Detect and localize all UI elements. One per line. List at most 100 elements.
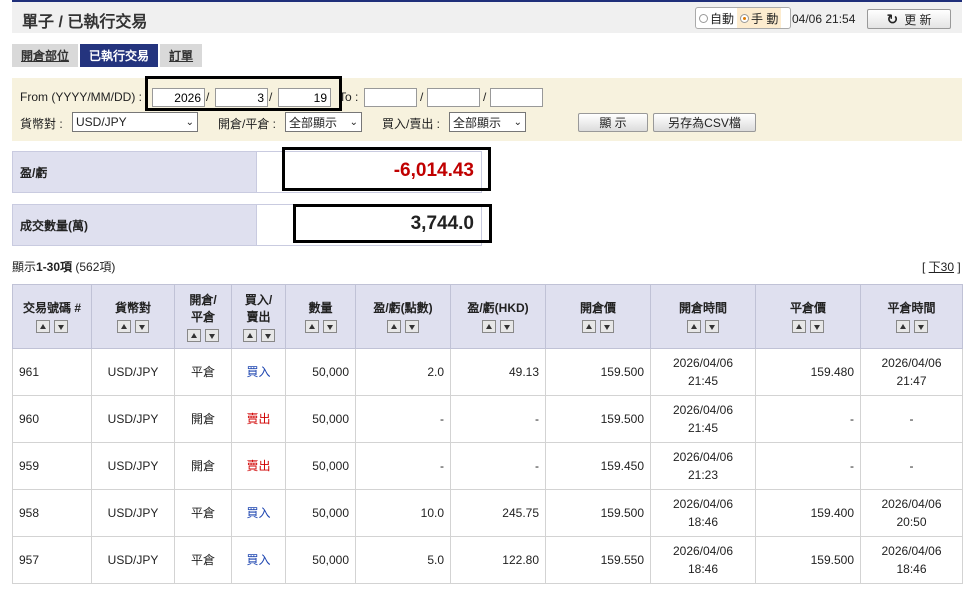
column-header-label: 平倉時間 <box>887 301 936 315</box>
open-close: 平倉 <box>190 365 215 379</box>
column-header-label: 數量 <box>308 301 333 315</box>
pnl-hkd: - <box>535 459 539 473</box>
tab-bar: 開倉部位 已執行交易 訂單 <box>12 44 204 67</box>
open-close-cell: 平倉 <box>174 348 232 396</box>
pnl-hkd: 49.13 <box>508 365 539 379</box>
to-day-input[interactable] <box>490 88 543 107</box>
open-price-cell: 159.500 <box>545 489 651 537</box>
sort-controls <box>356 320 450 333</box>
sort-ascending-icon[interactable] <box>687 320 701 333</box>
close-time-cell: 2026/04/06 20:50 <box>860 489 963 537</box>
trade-id: 959 <box>19 459 40 473</box>
currency-pair-label: 貨幣對 : <box>20 117 63 131</box>
pnl-pips: - <box>440 459 444 473</box>
close-price-cell: 159.480 <box>755 348 861 396</box>
refresh-button[interactable]: ↻ 更 新 <box>867 9 951 29</box>
sort-ascending-icon[interactable] <box>242 328 257 342</box>
buy-sell-value: 全部顯示 <box>453 115 502 130</box>
pnl-pips-cell: 2.0 <box>355 348 451 396</box>
show-button[interactable]: 顯 示 <box>578 113 648 132</box>
pnl-label: 盈/虧 <box>13 152 257 192</box>
table-header-row: 交易號碼 # 貨幣對 開倉/平倉 買入/賣出 數量 盈/虧(點數) 盈/虧(HKD) 開倉價開… <box>12 284 963 349</box>
trade-id-cell: 960 <box>12 395 92 443</box>
close-time: 2026/04/06 <box>881 544 942 558</box>
sort-descending-icon[interactable] <box>705 320 719 333</box>
sort-controls <box>756 320 860 333</box>
currency-pair-cell: USD/JPY <box>91 489 175 537</box>
quantity: 50,000 <box>312 365 349 379</box>
open-price-cell: 159.500 <box>545 395 651 443</box>
buy-sell: 買入 <box>246 553 271 567</box>
currency-pair: USD/JPY <box>107 506 159 520</box>
buy-sell-cell: 賣出 <box>231 395 286 443</box>
open-time: 18:46 <box>687 562 719 576</box>
open-time: 2026/04/06 <box>672 403 734 417</box>
column-header-label: 開倉時間 <box>678 301 727 315</box>
sort-descending-icon[interactable] <box>600 320 614 333</box>
open-close-select[interactable]: 全部顯示 ⌄ <box>285 112 362 132</box>
close-price-cell: - <box>755 395 861 443</box>
sort-descending-icon[interactable] <box>205 328 219 342</box>
close-price: - <box>850 459 854 473</box>
mode-manual-option[interactable]: 手 動 <box>737 8 782 28</box>
next-page-link[interactable]: 下30 <box>929 260 954 274</box>
column-header: 平倉時間 <box>860 284 963 349</box>
open-time: 21:23 <box>687 468 719 482</box>
close-time: 2026/04/06 <box>881 356 942 370</box>
sort-descending-icon[interactable] <box>135 320 149 333</box>
sort-controls <box>13 320 91 333</box>
tab-open-positions[interactable]: 開倉部位 <box>12 44 79 67</box>
open-close-cell: 開倉 <box>174 442 232 490</box>
open-time: 18:46 <box>687 515 719 529</box>
sort-ascending-icon[interactable] <box>482 320 496 333</box>
tab-executed-trades[interactable]: 已執行交易 <box>80 44 159 67</box>
currency-pair-cell: USD/JPY <box>91 395 175 443</box>
close-time: 18:46 <box>896 562 927 576</box>
to-month-input[interactable] <box>427 88 480 107</box>
radio-icon <box>699 13 708 23</box>
currency-pair-select[interactable]: USD/JPY ⌄ <box>72 112 198 132</box>
sort-ascending-icon[interactable] <box>895 320 910 333</box>
pnl-pips: 2.0 <box>427 365 444 379</box>
open-close: 平倉 <box>190 553 215 567</box>
sort-ascending-icon[interactable] <box>187 328 201 342</box>
column-header-label: 盈/虧(點數) <box>373 301 433 315</box>
open-close: 平倉 <box>190 506 215 520</box>
sort-ascending-icon[interactable] <box>387 320 401 333</box>
table-row: 959 USD/JPY 開倉 賣出 50,000- -159.450 2026/04/06 2… <box>12 442 963 490</box>
sort-descending-icon[interactable] <box>405 320 419 333</box>
sort-ascending-icon[interactable] <box>582 320 596 333</box>
tab-orders[interactable]: 訂單 <box>160 44 203 67</box>
buy-sell-cell: 賣出 <box>231 442 286 490</box>
sort-ascending-icon[interactable] <box>36 320 50 333</box>
sort-ascending-icon[interactable] <box>792 320 806 333</box>
sort-descending-icon[interactable] <box>260 328 275 342</box>
column-header: 數量 <box>285 284 356 349</box>
column-header: 買入/賣出 <box>231 284 286 349</box>
sort-descending-icon[interactable] <box>913 320 928 333</box>
save-csv-button[interactable]: 另存為CSV檔 <box>653 113 756 132</box>
open-price: 159.550 <box>600 553 644 567</box>
sort-descending-icon[interactable] <box>810 320 824 333</box>
buy-sell: 賣出 <box>246 412 271 426</box>
open-time: 2026/04/06 <box>672 356 734 370</box>
sort-ascending-icon[interactable] <box>117 320 131 333</box>
sort-descending-icon[interactable] <box>322 320 337 333</box>
quantity-cell: 50,000 <box>285 348 356 396</box>
sort-descending-icon[interactable] <box>500 320 514 333</box>
open-close-label: 開倉/平倉 : <box>218 117 277 131</box>
close-time-cell: - <box>860 395 963 443</box>
column-header-label: 平倉 <box>190 309 215 324</box>
sort-ascending-icon[interactable] <box>304 320 319 333</box>
currency-pair: USD/JPY <box>107 459 159 473</box>
column-header: 開倉時間 <box>650 284 756 349</box>
mode-auto-option[interactable]: 自動 <box>696 8 737 28</box>
sort-controls <box>546 320 650 333</box>
buy-sell-select[interactable]: 全部顯示 ⌄ <box>449 112 526 132</box>
pnl-hkd-cell: - <box>450 442 546 490</box>
sort-descending-icon[interactable] <box>54 320 68 333</box>
close-price-cell: 159.400 <box>755 489 861 537</box>
to-year-input[interactable] <box>364 88 417 107</box>
open-time-cell: 2026/04/06 21:45 <box>650 348 756 396</box>
open-close-cell: 開倉 <box>174 395 232 443</box>
